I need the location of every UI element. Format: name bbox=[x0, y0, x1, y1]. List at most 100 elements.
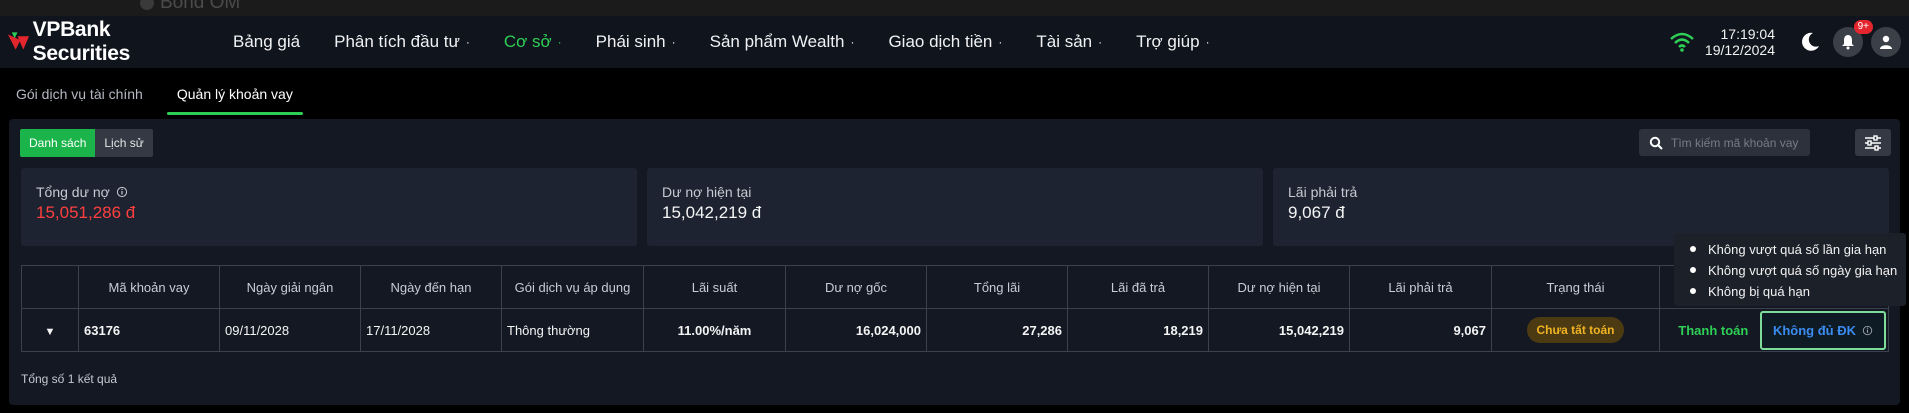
nav-label: Phân tích đầu tư bbox=[334, 32, 460, 51]
table-header-row: Mã khoản vay Ngày giải ngân Ngày đến hạn… bbox=[21, 265, 1889, 309]
sliders-icon bbox=[1865, 134, 1881, 151]
cell-principal: 16,024,000 bbox=[785, 308, 927, 352]
tooltip-item: Không bị quá hạn bbox=[1682, 281, 1898, 302]
nav-phai-sinh[interactable]: Phái sinh · bbox=[596, 32, 676, 52]
loan-management-panel: Danh sách Lịch sử Tổng dư nợ bbox=[9, 119, 1900, 405]
dropdown-dot-icon: · bbox=[465, 35, 470, 49]
clock-time: 17:19:04 bbox=[1720, 26, 1776, 42]
nav-label: Giao dịch tiền bbox=[888, 32, 993, 51]
clock-date: 19/12/2024 bbox=[1704, 42, 1775, 58]
header-right: 17:19:04 19/12/2024 9+ bbox=[1669, 16, 1909, 68]
dropdown-dot-icon: · bbox=[850, 35, 855, 49]
table-row: ▼ 63176 09/11/2028 17/11/2028 Thông thườ… bbox=[21, 308, 1889, 352]
nav-label: Bảng giá bbox=[233, 32, 301, 51]
nav-tro-giup[interactable]: Trợ giúp · bbox=[1136, 32, 1209, 52]
nav-label: Cơ sở bbox=[503, 32, 552, 51]
cell-loan-id: 63176 bbox=[78, 308, 220, 352]
bell-icon bbox=[1842, 35, 1854, 50]
extension-conditions-tooltip: Không vượt quá số lần gia hạn Không vượt… bbox=[1674, 233, 1906, 306]
clock: 17:19:04 19/12/2024 bbox=[1705, 26, 1775, 58]
cell-actions: Thanh toán Không đủ ĐK bbox=[1659, 308, 1889, 352]
tooltip-item: Không vượt quá số ngày gia hạn bbox=[1682, 260, 1898, 281]
history-view-button[interactable]: Lịch sử bbox=[95, 129, 153, 157]
col-expand bbox=[21, 265, 79, 309]
cell-disbursement-date: 09/11/2028 bbox=[219, 308, 361, 352]
notification-badge: 9+ bbox=[1853, 20, 1873, 34]
nav-label: Tài sản bbox=[1036, 32, 1093, 51]
col-interest-rate: Lãi suất bbox=[643, 265, 786, 309]
total-results: Tổng số 1 kết quả bbox=[21, 372, 118, 386]
background-icon bbox=[140, 0, 154, 10]
extend-ineligible-label: Không đủ ĐK bbox=[1772, 322, 1856, 338]
nav-wealth[interactable]: Sản phẩm Wealth · bbox=[710, 32, 855, 52]
nav-label: Sản phẩm Wealth bbox=[709, 32, 845, 51]
total-debt-label: Tổng dư nợ bbox=[36, 184, 622, 200]
background-strip: Bond OM bbox=[0, 0, 1909, 16]
loan-table: Mã khoản vay Ngày giải ngân Ngày đến hạn… bbox=[21, 265, 1889, 352]
info-icon bbox=[1862, 325, 1873, 335]
tooltip-item: Không vượt quá số lần gia hạn bbox=[1682, 239, 1898, 260]
interest-due-label: Lãi phải trả bbox=[1288, 184, 1358, 200]
list-view-button[interactable]: Danh sách bbox=[20, 129, 96, 157]
nav-bang-gia[interactable]: Bảng giá bbox=[233, 32, 300, 52]
tab-goi-dich-vu[interactable]: Gói dịch vụ tài chính bbox=[16, 82, 143, 112]
tab-quan-ly-khoan-vay[interactable]: Quản lý khoản vay bbox=[166, 82, 303, 115]
nav-label: Trợ giúp bbox=[1136, 32, 1200, 51]
dropdown-dot-icon: · bbox=[671, 35, 676, 49]
cell-current-debt: 15,042,219 bbox=[1208, 308, 1350, 352]
total-debt-card: Tổng dư nợ 15,051,286 đ bbox=[21, 168, 637, 246]
cell-due-date: 17/11/2028 bbox=[360, 308, 502, 352]
current-debt-card: Dư nợ hiện tại 15,042,219 đ bbox=[647, 168, 1263, 246]
nav-phan-tich[interactable]: Phân tích đầu tư · bbox=[334, 32, 470, 52]
notification-button[interactable]: 9+ bbox=[1833, 20, 1873, 57]
col-status: Trạng thái bbox=[1491, 265, 1660, 309]
nav-label: Phái sinh bbox=[595, 32, 666, 51]
col-current-debt: Dư nợ hiện tại bbox=[1208, 265, 1350, 309]
loan-search-box bbox=[1639, 129, 1810, 156]
info-icon[interactable] bbox=[116, 186, 128, 198]
pay-button[interactable]: Thanh toán bbox=[1678, 323, 1748, 338]
top-navigation-bar: VPBank Securities Bảng giá Phân tích đầu… bbox=[0, 16, 1909, 68]
sub-tabs: Gói dịch vụ tài chính Quản lý khoản vay bbox=[0, 82, 303, 115]
total-debt-label-text: Tổng dư nợ bbox=[36, 184, 110, 200]
dropdown-dot-icon: · bbox=[557, 35, 562, 49]
dropdown-dot-icon: · bbox=[1098, 35, 1103, 49]
search-input[interactable] bbox=[1671, 135, 1801, 150]
summary-cards: Tổng dư nợ 15,051,286 đ Dư nợ hiện tại 1… bbox=[21, 168, 1889, 246]
extend-ineligible-button[interactable]: Không đủ ĐK bbox=[1759, 310, 1886, 350]
cell-interest-paid: 18,219 bbox=[1067, 308, 1209, 352]
brand-logo[interactable]: VPBank Securities bbox=[6, 18, 206, 66]
nav-tai-san[interactable]: Tài sản · bbox=[1036, 32, 1102, 52]
cell-status: Chưa tất toán bbox=[1491, 308, 1660, 352]
search-icon bbox=[1649, 136, 1663, 150]
col-interest-paid: Lãi đã trả bbox=[1067, 265, 1209, 309]
current-debt-label: Dư nợ hiện tại bbox=[662, 184, 752, 200]
col-principal: Dư nợ gốc bbox=[785, 265, 927, 309]
view-toggle: Danh sách Lịch sử bbox=[20, 129, 153, 157]
tooltip-list: Không vượt quá số lần gia hạn Không vượt… bbox=[1682, 239, 1898, 302]
status-badge: Chưa tất toán bbox=[1527, 317, 1624, 343]
background-text: Bond OM bbox=[160, 0, 241, 13]
total-debt-value: 15,051,286 đ bbox=[36, 203, 136, 222]
nav-co-so[interactable]: Cơ sở · bbox=[504, 32, 562, 52]
expand-toggle[interactable]: ▼ bbox=[21, 308, 79, 352]
caret-down-icon: ▼ bbox=[44, 325, 56, 338]
col-loan-id: Mã khoản vay bbox=[78, 265, 220, 309]
brand-name: VPBank Securities bbox=[32, 18, 131, 65]
dropdown-dot-icon: · bbox=[998, 35, 1003, 49]
moon-icon bbox=[1802, 32, 1819, 51]
theme-toggle-button[interactable] bbox=[1795, 27, 1825, 57]
cell-total-interest: 27,286 bbox=[926, 308, 1068, 352]
wifi-icon bbox=[1670, 32, 1694, 52]
interest-due-value: 9,067 đ bbox=[1288, 203, 1345, 222]
col-due-date: Ngày đến hạn bbox=[360, 265, 502, 309]
user-menu-button[interactable] bbox=[1871, 27, 1901, 57]
cell-package: Thông thường bbox=[501, 308, 644, 352]
nav-giao-dich-tien[interactable]: Giao dịch tiền · bbox=[888, 32, 1002, 52]
current-debt-value: 15,042,219 đ bbox=[662, 203, 762, 222]
col-total-interest: Tổng lãi bbox=[926, 265, 1068, 309]
user-icon bbox=[1880, 35, 1892, 49]
col-disbursement-date: Ngày giải ngân bbox=[219, 265, 361, 309]
cell-interest-due: 9,067 bbox=[1349, 308, 1492, 352]
filter-settings-button[interactable] bbox=[1855, 129, 1891, 156]
